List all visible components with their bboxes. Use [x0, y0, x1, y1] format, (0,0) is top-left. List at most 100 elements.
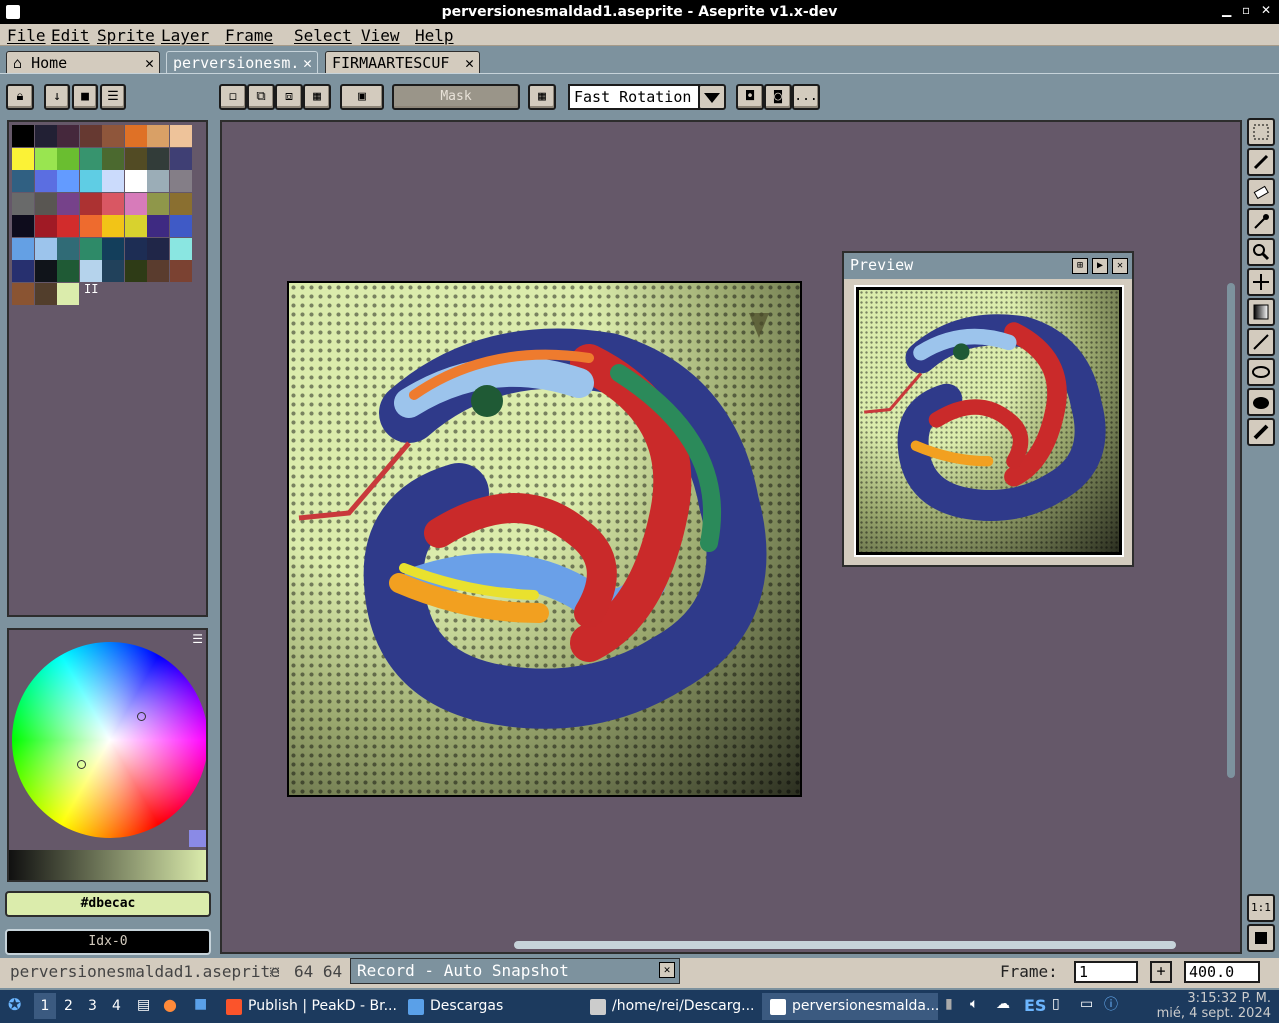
shade-swatch[interactable]	[189, 830, 206, 847]
workspace-3[interactable]: 3	[88, 998, 97, 1014]
palette-swatch[interactable]	[102, 260, 124, 282]
wheel-handle[interactable]	[77, 760, 86, 769]
palette-swatch[interactable]	[169, 237, 192, 260]
palette-swatch[interactable]	[79, 215, 102, 237]
preview-center-icon[interactable]: ⊞	[1072, 258, 1088, 274]
mask-color-button[interactable]: Mask	[392, 84, 520, 110]
palette-swatch[interactable]	[169, 192, 192, 215]
palette-swatch[interactable]	[124, 170, 147, 192]
horizontal-scrollbar[interactable]	[514, 941, 1176, 949]
rotation-dropdown-button[interactable]	[698, 84, 726, 110]
palette-swatch[interactable]	[12, 170, 34, 192]
palette-swatch[interactable]	[34, 192, 57, 215]
palette-swatch[interactable]	[57, 237, 79, 260]
palette-swatch[interactable]	[102, 147, 124, 170]
palette-swatch[interactable]	[12, 215, 34, 237]
palette-swatch[interactable]	[147, 170, 169, 192]
palette-swatch[interactable]	[12, 192, 34, 215]
rotation-algorithm-select[interactable]: Fast Rotation	[568, 84, 700, 110]
taskbar-window-brave[interactable]: Publish | PeakD - Br...	[218, 993, 398, 1020]
preview-close-icon[interactable]: ✕	[1112, 258, 1128, 274]
transparent-color-button[interactable]: ▣	[340, 84, 384, 110]
color-hex-field[interactable]: #dbecac	[5, 891, 211, 917]
eraser-tool[interactable]	[1247, 178, 1275, 206]
workspace-4[interactable]: 4	[112, 998, 121, 1014]
palette-swatch[interactable]	[34, 215, 57, 237]
menu-layer[interactable]: Layer	[161, 26, 209, 45]
palette-down-button[interactable]: ↓	[44, 84, 70, 110]
volume-icon[interactable]: 🔈︎	[970, 996, 978, 1012]
palette-swatch[interactable]	[12, 282, 34, 305]
restore-icon[interactable]: ▫	[1242, 3, 1250, 17]
palette-swatch[interactable]	[124, 215, 147, 237]
palette-swatch[interactable]	[102, 215, 124, 237]
gradient-tool[interactable]	[1247, 298, 1275, 326]
tab-home[interactable]: ⌂ Home ✕	[6, 51, 160, 73]
palette-swatch[interactable]	[34, 125, 57, 147]
file-manager-icon[interactable]: ▤	[137, 997, 150, 1013]
ellipse-tool[interactable]	[1247, 358, 1275, 386]
close-tab-icon[interactable]: ✕	[303, 54, 312, 72]
record-close-icon[interactable]: ✕	[659, 962, 675, 978]
clipboard-icon[interactable]: ▮	[945, 996, 953, 1012]
workspace-1[interactable]: 1	[34, 993, 56, 1019]
lock-button[interactable]: 🔒︎	[6, 84, 34, 110]
color-wheel-menu-icon[interactable]: ☰	[192, 632, 203, 646]
timeline-toggle-button[interactable]	[1247, 924, 1275, 952]
palette-square-button[interactable]: ■	[72, 84, 98, 110]
palette-swatch[interactable]	[57, 170, 79, 192]
tab-perversiones[interactable]: perversionesm. ✕	[166, 51, 318, 73]
palette-swatch[interactable]	[124, 237, 147, 260]
palette-swatch[interactable]	[169, 260, 192, 282]
palette-swatch[interactable]	[147, 237, 169, 260]
selection-add-button[interactable]: ⧉	[247, 84, 275, 110]
eyedropper-tool[interactable]	[1247, 208, 1275, 236]
palette-swatch[interactable]	[169, 215, 192, 237]
palette-swatch[interactable]	[34, 147, 57, 170]
menu-sprite[interactable]: Sprite	[97, 26, 155, 45]
pivot-button[interactable]: ▦	[528, 84, 556, 110]
taskbar-window-editor[interactable]: /home/rei/Descarg...	[582, 993, 760, 1020]
contour-tool[interactable]	[1247, 388, 1275, 416]
rectangular-marquee-tool[interactable]	[1247, 118, 1275, 146]
minimize-icon[interactable]: ▁	[1222, 3, 1231, 17]
vertical-scrollbar[interactable]	[1227, 283, 1235, 778]
more-options-button[interactable]: ...	[792, 84, 820, 110]
color-index-field[interactable]: Idx-0	[5, 929, 211, 955]
palette-swatch[interactable]	[57, 282, 79, 305]
move-tool[interactable]	[1247, 268, 1275, 296]
palette-menu-button[interactable]: ☰	[100, 84, 126, 110]
palette-swatch[interactable]	[12, 147, 34, 170]
palette-swatch[interactable]	[124, 192, 147, 215]
palette-swatch[interactable]	[34, 237, 57, 260]
notes-icon[interactable]: ▯	[1052, 996, 1060, 1012]
palette-swatch[interactable]	[79, 147, 102, 170]
window-icon[interactable]: ■	[194, 996, 207, 1012]
zoom-input[interactable]: 400.0	[1184, 961, 1260, 983]
palette-swatch[interactable]	[102, 170, 124, 192]
palette-swatch[interactable]	[34, 260, 57, 282]
drop-pixels-button[interactable]: ◘	[736, 84, 764, 110]
palette-swatch[interactable]	[147, 215, 169, 237]
palette-swatch[interactable]	[147, 125, 169, 147]
palette-swatch[interactable]	[102, 192, 124, 215]
palette-swatch[interactable]	[102, 237, 124, 260]
palette-swatch[interactable]	[124, 260, 147, 282]
palette-swatch[interactable]	[57, 260, 79, 282]
start-menu-icon[interactable]: ✪	[8, 995, 21, 1014]
drop-pixels-cancel-button[interactable]: ◙	[764, 84, 792, 110]
color-wheel[interactable]	[12, 642, 206, 838]
cloud-icon[interactable]: ☁	[996, 996, 1010, 1012]
palette-swatch[interactable]	[57, 192, 79, 215]
pencil-tool[interactable]	[1247, 148, 1275, 176]
blur-tool[interactable]	[1247, 418, 1275, 446]
selection-replace-button[interactable]: ◻	[219, 84, 247, 110]
notification-icon[interactable]: ⓘ	[1104, 994, 1118, 1014]
palette-swatch[interactable]	[124, 147, 147, 170]
palette-swatch[interactable]	[79, 192, 102, 215]
palette-swatch[interactable]	[79, 125, 102, 147]
palette-swatch[interactable]	[57, 125, 79, 147]
workspace-2[interactable]: 2	[64, 998, 73, 1014]
palette-swatch[interactable]	[147, 147, 169, 170]
display-icon[interactable]: ▭	[1080, 996, 1093, 1012]
